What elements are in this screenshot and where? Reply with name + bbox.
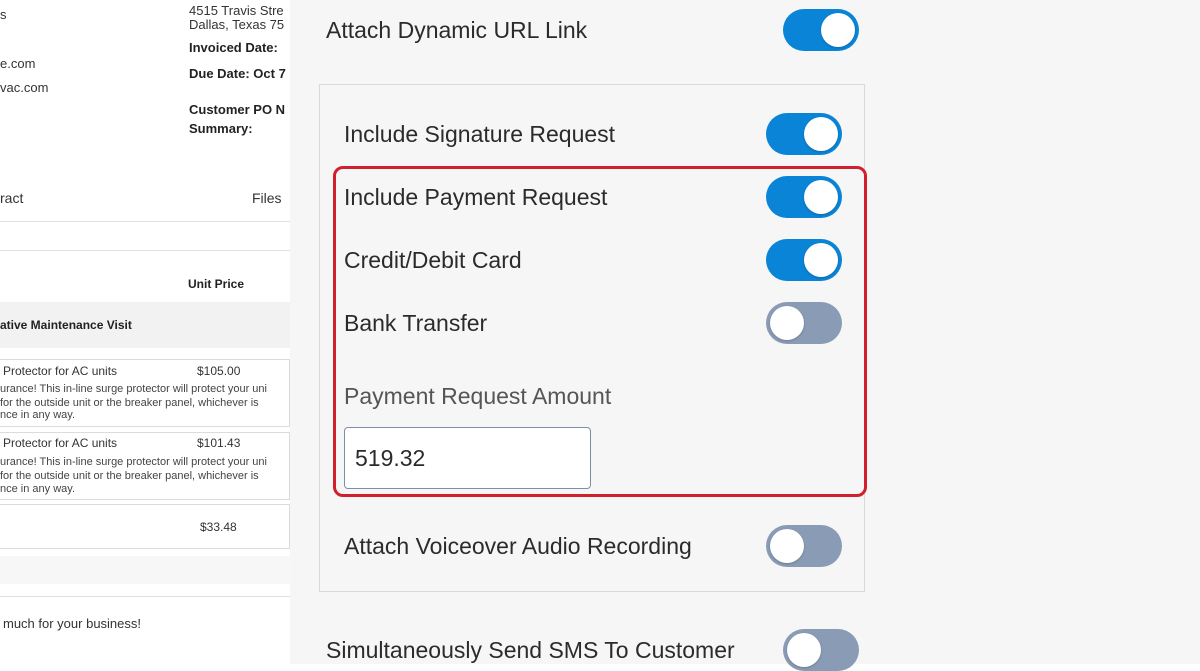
unit-price-header: Unit Price <box>188 277 245 291</box>
sms-label: Simultaneously Send SMS To Customer <box>326 637 735 663</box>
contract-tab-fragment[interactable]: ract <box>0 191 23 206</box>
sms-toggle[interactable] <box>783 629 859 671</box>
item-description: nce in any way. <box>0 409 76 421</box>
bank-transfer-label: Bank Transfer <box>344 310 488 336</box>
item-description: for the outside unit or the breaker pane… <box>0 470 259 482</box>
invoice-preview: s 4515 Travis Stre Dallas, Texas 75 Invo… <box>0 0 290 664</box>
section-title: ative Maintenance Visit <box>0 318 132 332</box>
table-row <box>0 504 290 549</box>
thank-you-note: much for your business! <box>3 616 142 631</box>
item-price: $101.43 <box>197 436 241 450</box>
invoice-header-fragment: s <box>0 7 7 22</box>
toggle-knob <box>770 529 804 563</box>
attach-dynamic-url-label: Attach Dynamic URL Link <box>326 17 588 43</box>
payment-amount-input[interactable] <box>344 427 591 489</box>
toggle-knob <box>787 633 821 667</box>
toggle-knob <box>804 180 838 214</box>
attach-dynamic-url-toggle[interactable] <box>783 9 859 51</box>
signature-request-label: Include Signature Request <box>344 121 616 147</box>
section-band <box>0 556 290 584</box>
summary-label: Summary: <box>189 121 253 136</box>
payment-request-label: Include Payment Request <box>344 184 608 210</box>
invoice-address-line2: Dallas, Texas 75 <box>189 17 285 32</box>
voiceover-toggle[interactable] <box>766 525 842 567</box>
invoiced-date-label: Invoiced Date: <box>189 40 278 55</box>
divider <box>0 596 290 597</box>
item-description: urance! This in-line surge protector wil… <box>0 456 267 468</box>
due-date: Due Date: Oct 7 <box>189 66 286 81</box>
item-description: urance! This in-line surge protector wil… <box>0 383 267 395</box>
toggle-knob <box>804 117 838 151</box>
invoice-email-fragment1: e.com <box>0 56 36 71</box>
payment-request-toggle[interactable] <box>766 176 842 218</box>
item-price: $33.48 <box>200 520 237 534</box>
toggle-knob <box>821 13 855 47</box>
item-name: Protector for AC units <box>3 436 118 450</box>
item-description: nce in any way. <box>0 483 76 495</box>
invoice-email-fragment2: vac.com <box>0 80 49 95</box>
files-tab[interactable]: Files <box>252 191 282 206</box>
credit-debit-label: Credit/Debit Card <box>344 247 522 273</box>
item-price: $105.00 <box>197 364 241 378</box>
bank-transfer-toggle[interactable] <box>766 302 842 344</box>
voiceover-label: Attach Voiceover Audio Recording <box>344 533 692 559</box>
divider <box>0 250 290 251</box>
toggle-knob <box>770 306 804 340</box>
invoice-address-line1: 4515 Travis Stre <box>189 3 284 18</box>
credit-debit-toggle[interactable] <box>766 239 842 281</box>
divider <box>0 221 290 222</box>
customer-po-label: Customer PO N <box>189 102 286 117</box>
signature-request-toggle[interactable] <box>766 113 842 155</box>
item-name: Protector for AC units <box>3 364 118 378</box>
toggle-knob <box>804 243 838 277</box>
payment-amount-label: Payment Request Amount <box>344 383 612 409</box>
